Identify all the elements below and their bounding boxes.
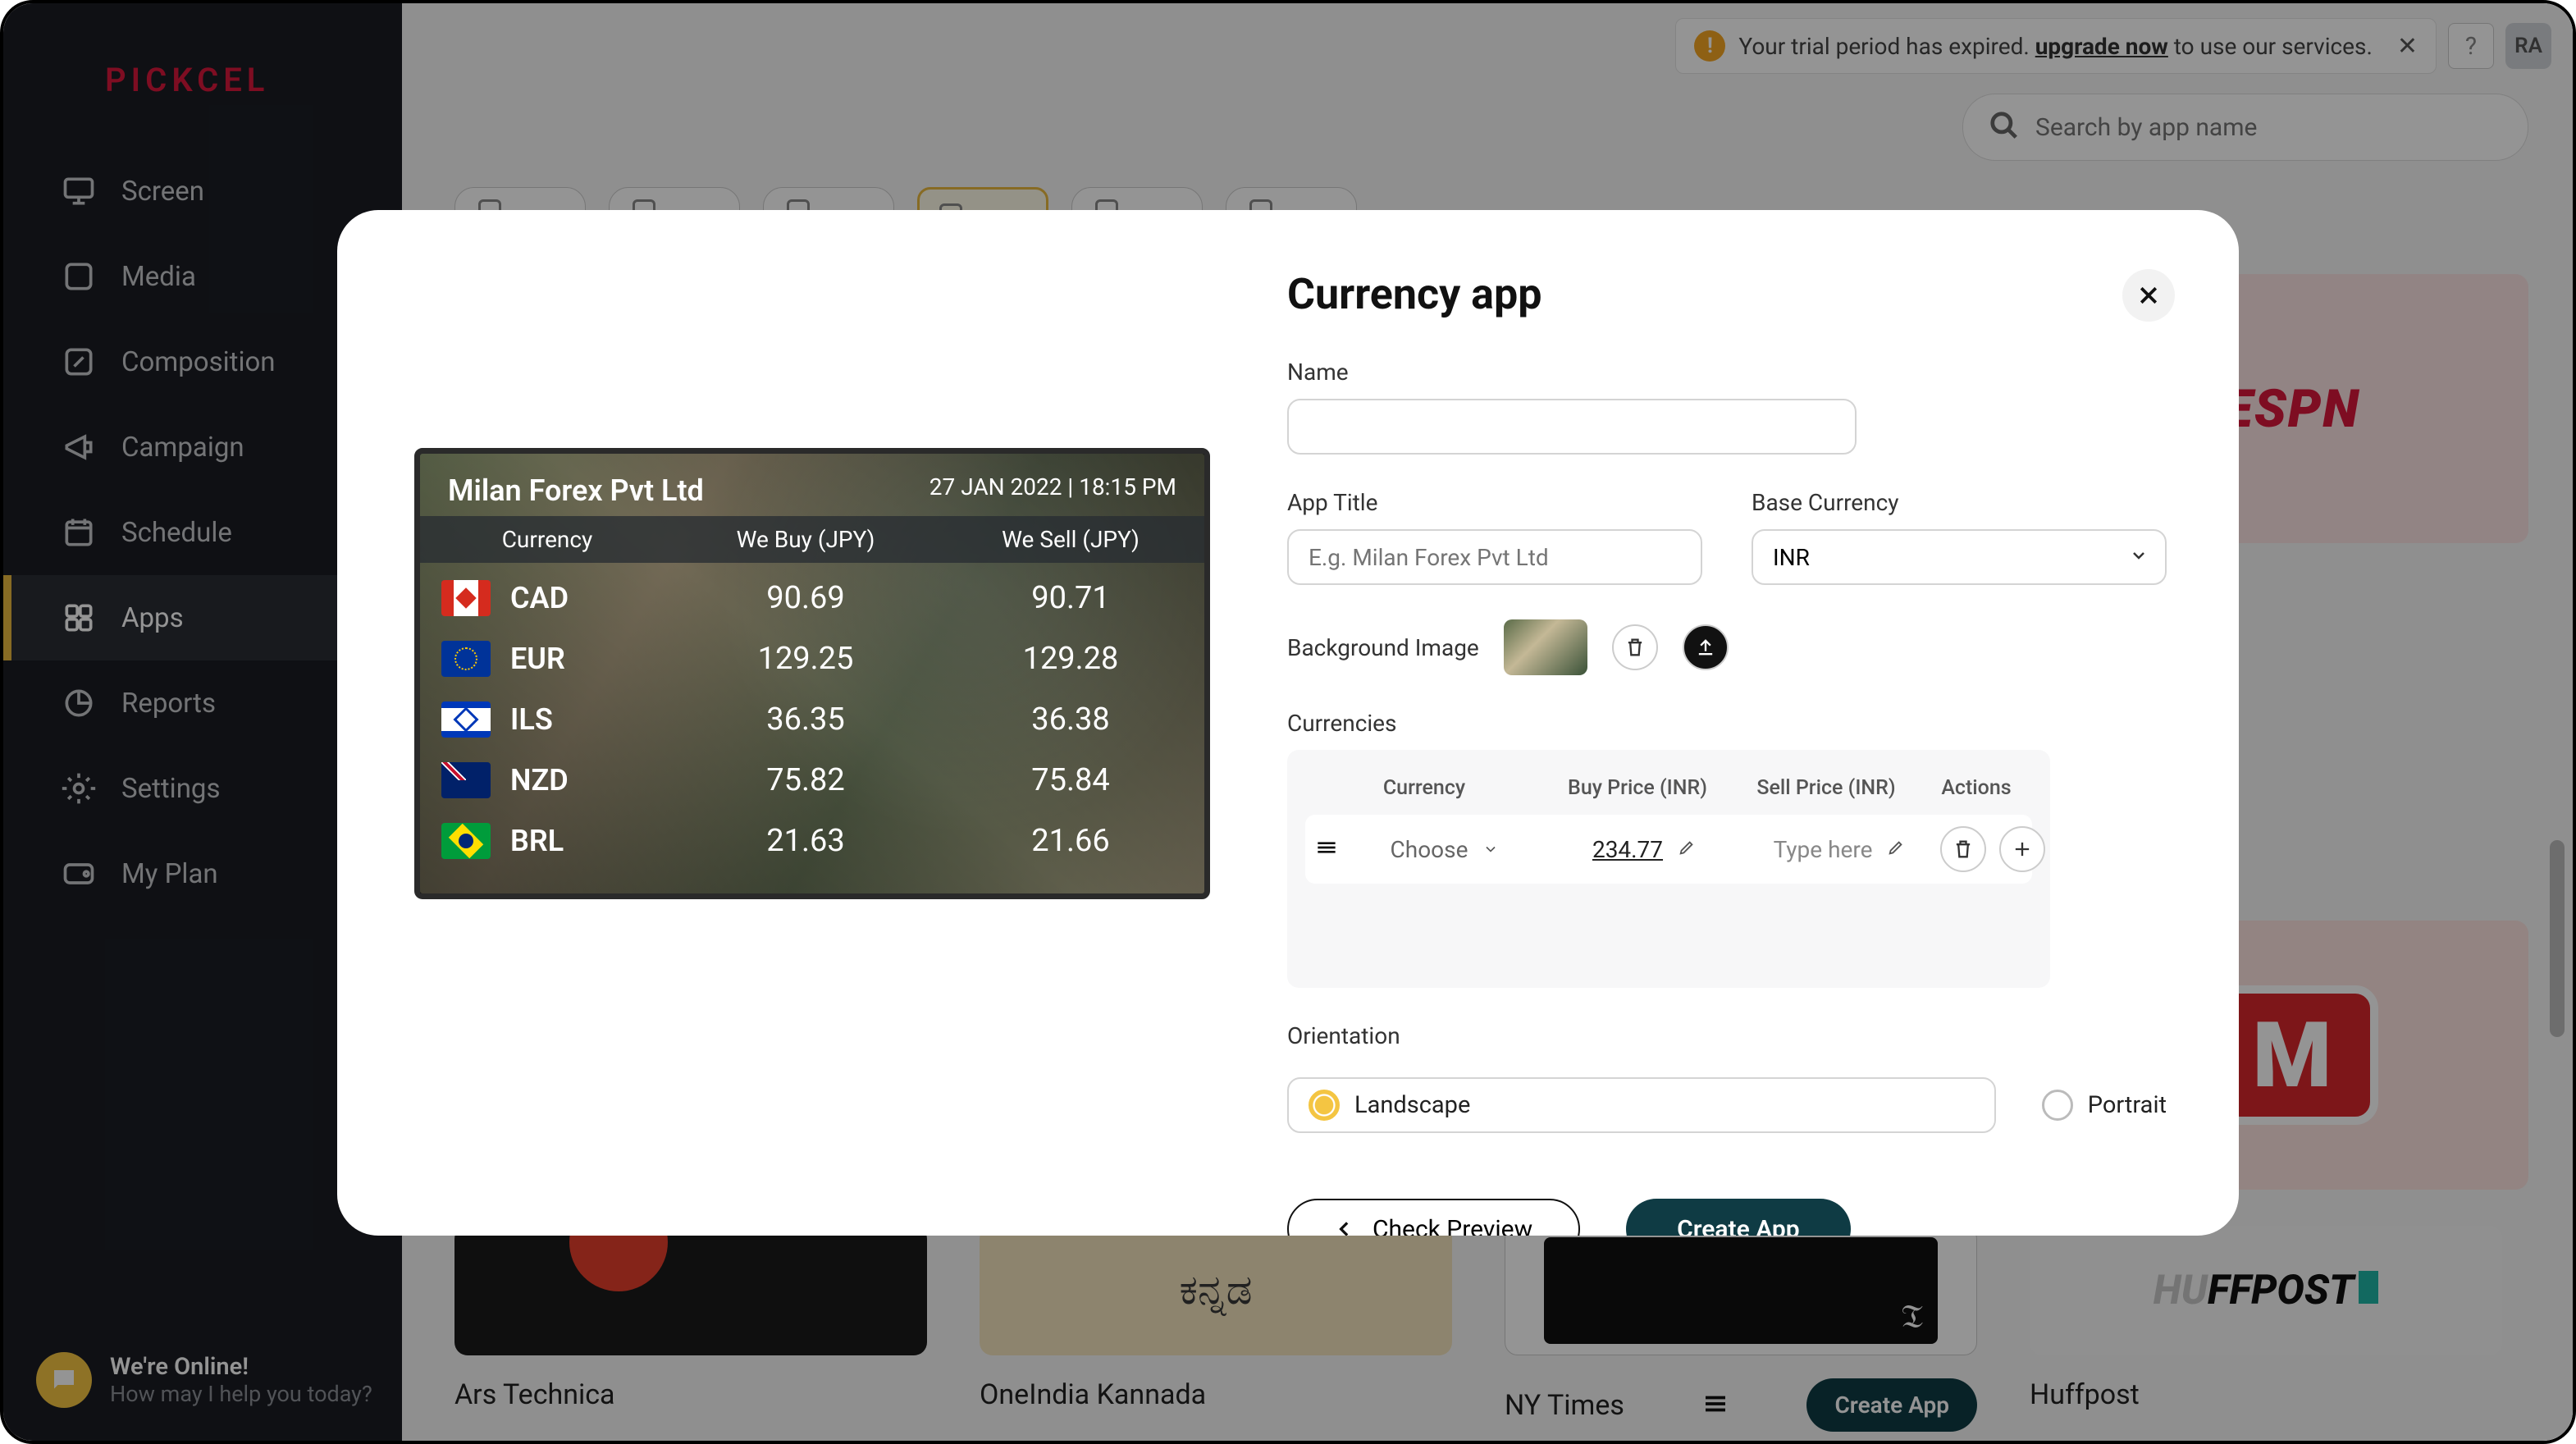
- sell-value: 90.71: [937, 580, 1204, 616]
- modal-title: Currency app: [1287, 269, 2167, 319]
- sell-placeholder[interactable]: Type here: [1774, 836, 1873, 863]
- currency-code: BRL: [510, 824, 564, 858]
- buy-value: 21.63: [674, 823, 937, 859]
- currency-select[interactable]: Choose: [1346, 836, 1543, 863]
- radio-label: Portrait: [2088, 1091, 2167, 1119]
- hdr-buy: We Buy (JPY): [674, 526, 937, 553]
- preview-header: Currency We Buy (JPY) We Sell (JPY): [420, 516, 1204, 563]
- flag-cad-icon: [441, 580, 491, 616]
- buy-value: 36.35: [674, 701, 937, 738]
- bgimg-label: Background Image: [1287, 634, 1479, 661]
- hdr-sell: We Sell (JPY): [937, 526, 1204, 553]
- delete-row-button[interactable]: [1940, 826, 1986, 872]
- flag-nzd-icon: [441, 762, 491, 798]
- add-row-button[interactable]: [1999, 826, 2045, 872]
- buy-price: 234.77: [1550, 836, 1738, 863]
- preview-row: EUR 129.25129.28: [420, 630, 1204, 688]
- preview-title: Milan Forex Pvt Ltd: [448, 473, 704, 508]
- name-input[interactable]: [1287, 399, 1857, 455]
- buy-value: 129.25: [674, 641, 937, 677]
- preview-row: NZD 75.8275.84: [420, 752, 1204, 809]
- apptitle-label: App Title: [1287, 489, 1702, 516]
- radio-icon: [1309, 1090, 1340, 1121]
- preview-row: ILS 36.3536.38: [420, 691, 1204, 748]
- sell-value: 21.66: [937, 823, 1204, 859]
- check-preview-button[interactable]: Check Preview: [1287, 1199, 1580, 1236]
- col-buy: Buy Price (INR): [1543, 776, 1732, 800]
- col-actions: Actions: [1921, 776, 2032, 800]
- apptitle-input[interactable]: [1287, 529, 1702, 585]
- drag-handle-icon[interactable]: [1313, 834, 1340, 864]
- buy-value: 75.82: [674, 762, 937, 798]
- edit-icon[interactable]: [1678, 839, 1696, 860]
- radio-icon: [2042, 1090, 2073, 1121]
- flag-brl-icon: [441, 823, 491, 859]
- sell-value: 75.84: [937, 762, 1204, 798]
- basecurr-select[interactable]: INR: [1752, 529, 2167, 585]
- currency-row: Choose 234.77 Type here: [1305, 815, 2032, 884]
- preview-rows: CAD 90.6990.71 EUR 129.25129.28 ILS 36.3536…: [420, 563, 1204, 876]
- radio-label: Landscape: [1354, 1091, 1470, 1119]
- col-currency: Currency: [1305, 776, 1543, 800]
- currencies-header: Currency Buy Price (INR) Sell Price (INR…: [1305, 768, 2032, 815]
- buy-value[interactable]: 234.77: [1592, 836, 1663, 863]
- col-sell: Sell Price (INR): [1732, 776, 1921, 800]
- close-button[interactable]: [2122, 269, 2175, 322]
- name-label: Name: [1287, 359, 2167, 386]
- sell-price: Type here: [1745, 836, 1934, 863]
- choose-label: Choose: [1391, 836, 1468, 863]
- buy-value: 90.69: [674, 580, 937, 616]
- radio-portrait[interactable]: Portrait: [2042, 1090, 2167, 1121]
- flag-ils-icon: [441, 701, 491, 738]
- basecurr-label: Base Currency: [1752, 489, 2167, 516]
- bgimg-thumb[interactable]: [1504, 619, 1587, 675]
- upload-bgimg-button[interactable]: [1683, 624, 1729, 670]
- currencies-label: Currencies: [1287, 710, 2167, 737]
- modal-overlay: Milan Forex Pvt Ltd 27 JAN 2022 | 18:15 …: [3, 3, 2573, 1441]
- delete-bgimg-button[interactable]: [1612, 624, 1658, 670]
- hdr-currency: Currency: [420, 526, 674, 553]
- currency-app-modal: Milan Forex Pvt Ltd 27 JAN 2022 | 18:15 …: [337, 210, 2239, 1236]
- edit-icon[interactable]: [1887, 839, 1905, 860]
- currency-code: CAD: [510, 581, 569, 615]
- create-app-button[interactable]: Create App: [1626, 1199, 1850, 1236]
- sell-value: 129.28: [937, 641, 1204, 677]
- radio-landscape[interactable]: Landscape: [1287, 1077, 1996, 1133]
- currencies-panel: Currency Buy Price (INR) Sell Price (INR…: [1287, 750, 2050, 988]
- preview-row: CAD 90.6990.71: [420, 569, 1204, 627]
- currency-code: NZD: [510, 763, 569, 797]
- preview-row: BRL 21.6321.66: [420, 812, 1204, 870]
- btn-label: Check Preview: [1372, 1215, 1532, 1236]
- currency-code: ILS: [510, 702, 553, 737]
- currency-code: EUR: [510, 642, 565, 676]
- currency-preview: Milan Forex Pvt Ltd 27 JAN 2022 | 18:15 …: [414, 448, 1210, 899]
- modal-preview-pane: Milan Forex Pvt Ltd 27 JAN 2022 | 18:15 …: [337, 210, 1287, 1236]
- modal-form-pane: Currency app Name App Title Base Currenc…: [1287, 210, 2239, 1236]
- preview-date: 27 JAN 2022 | 18:15 PM: [929, 473, 1176, 508]
- flag-eur-icon: [441, 641, 491, 677]
- orientation-group: Landscape Portrait: [1287, 1077, 2167, 1133]
- chevron-down-icon: [2129, 546, 2149, 569]
- sell-value: 36.38: [937, 701, 1204, 738]
- orientation-label: Orientation: [1287, 1022, 2167, 1049]
